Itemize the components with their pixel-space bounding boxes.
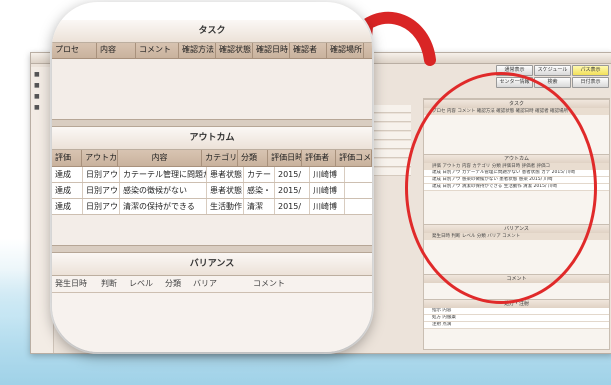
column-header[interactable]: 内容 <box>118 150 203 166</box>
task-body <box>52 59 372 119</box>
column-header[interactable]: 分類 <box>238 150 269 166</box>
column-header[interactable]: 確認方法 <box>179 42 216 58</box>
variance-title: バリアンス <box>52 253 372 276</box>
column-header[interactable]: 確認状態 <box>216 42 253 58</box>
outcome-row[interactable]: 達成 日別アウ カテーテル管理に問題がない 患者状態 カテー 2015/ 川崎博 <box>52 167 372 183</box>
path-view-button[interactable]: パス表示 <box>572 65 609 76</box>
column-header[interactable]: 確認者 <box>290 42 327 58</box>
column-header[interactable]: 評価 <box>52 150 83 166</box>
cell-category: 患者状態 <box>207 183 244 198</box>
outcome-body <box>52 215 372 245</box>
mini-medication-row[interactable]: 注射 点滴 <box>424 322 609 329</box>
column-header[interactable]: アウトカ <box>82 150 119 166</box>
magnified-view: プロセ 内容 コメント 確認方法 確認状態 確認日時 確認者 確認場所 アウトカ… <box>52 2 372 352</box>
cell-class: カテー <box>244 167 275 182</box>
variance-body <box>52 293 372 352</box>
variance-section: バリアンス 発生日時 判断 レベル 分類 バリア コメント <box>52 253 372 352</box>
column-header[interactable]: プロセ <box>52 42 97 58</box>
task-title: タスク <box>52 20 372 43</box>
column-header[interactable]: 評価日時 <box>268 150 303 166</box>
mini-medication-row[interactable]: 処方 内服薬 <box>424 315 609 322</box>
cell-evaluator: 川崎博 <box>310 167 345 182</box>
cell-outcome: 日別アウ <box>83 199 120 214</box>
cell-category: 患者状態 <box>207 167 244 182</box>
mini-medication-row[interactable]: 指示 内容 <box>424 308 609 315</box>
cell-date: 2015/ <box>275 183 310 198</box>
cell-content: 清潔の保持ができる <box>120 199 207 214</box>
outcome-row[interactable]: 達成 日別アウ 清潔の保持ができる 生活動作 清潔 2015/ 川崎博 <box>52 199 372 215</box>
cell-category: 生活動作 <box>207 199 244 214</box>
column-header[interactable]: レベル <box>126 276 162 292</box>
cell-date: 2015/ <box>275 199 310 214</box>
column-header[interactable]: 確認場所 <box>327 42 364 58</box>
cell-date: 2015/ <box>275 167 310 182</box>
variance-column-header: 発生日時 判断 レベル 分類 バリア コメント <box>52 276 372 293</box>
cell-evaluator: 川崎博 <box>310 199 345 214</box>
column-header[interactable]: カテゴリ <box>202 150 239 166</box>
cell-evaluation: 達成 <box>52 167 83 182</box>
column-header[interactable]: バリア <box>190 276 236 292</box>
column-header[interactable]: コメント <box>136 42 179 58</box>
left-panel: ■ ■ ■ ■ <box>31 67 54 353</box>
column-header[interactable]: 評価者 <box>302 150 337 166</box>
cell-class: 清潔 <box>244 199 275 214</box>
outcome-section: アウトカム 評価 アウトカ 内容 カテゴリ 分類 評価日時 評価者 評価コメ 達… <box>52 127 372 245</box>
cell-evaluation: 達成 <box>52 183 83 198</box>
cell-content: カテーテル管理に問題がない <box>120 167 207 182</box>
cell-evaluation: 達成 <box>52 199 83 214</box>
column-header[interactable]: 内容 <box>97 42 136 58</box>
splitter[interactable] <box>52 119 372 127</box>
task-column-header: プロセ 内容 コメント 確認方法 確認状態 確認日時 確認者 確認場所 <box>52 42 372 59</box>
date-view-button[interactable]: 日付表示 <box>572 77 609 88</box>
outcome-title: アウトカム <box>52 127 372 150</box>
highlight-circle <box>405 72 597 304</box>
column-header[interactable]: 発生日時 <box>52 276 98 292</box>
column-header[interactable]: 確認日時 <box>253 42 290 58</box>
schedule-button[interactable]: スケジュール <box>534 65 571 76</box>
cell-outcome: 日別アウ <box>83 183 120 198</box>
column-header[interactable]: 分類 <box>162 276 190 292</box>
column-header[interactable]: 評価コメ <box>336 150 372 166</box>
outcome-column-header: 評価 アウトカ 内容 カテゴリ 分類 評価日時 評価者 評価コメ <box>52 150 372 167</box>
cell-evaluator: 川崎博 <box>310 183 345 198</box>
cell-content: 感染の徴候がない <box>120 183 207 198</box>
outcome-row[interactable]: 達成 日別アウ 感染の徴候がない 患者状態 感染・ 2015/ 川崎博 <box>52 183 372 199</box>
task-section: プロセ 内容 コメント 確認方法 確認状態 確認日時 確認者 確認場所 <box>52 42 372 119</box>
column-header[interactable]: コメント <box>236 276 302 292</box>
column-header[interactable]: 判断 <box>98 276 126 292</box>
cell-outcome: 日別アウ <box>83 167 120 182</box>
splitter[interactable] <box>52 245 372 253</box>
cell-class: 感染・ <box>244 183 275 198</box>
